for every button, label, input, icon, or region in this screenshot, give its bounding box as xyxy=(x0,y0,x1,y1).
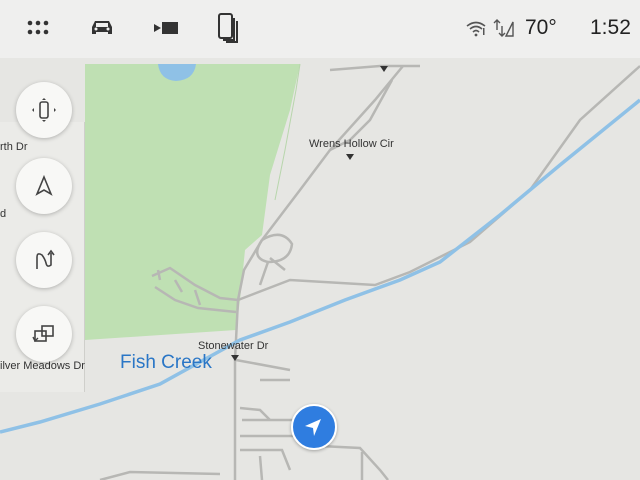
navigation-button[interactable] xyxy=(16,158,72,214)
media-source-icon[interactable] xyxy=(152,14,180,42)
location-arrow-icon xyxy=(305,419,321,436)
label-stonewater: Stonewater Dr xyxy=(198,340,269,352)
phone-icon[interactable] xyxy=(214,13,242,43)
route-icon xyxy=(36,249,55,269)
signal-icon xyxy=(490,14,518,42)
poi-pin xyxy=(346,154,354,160)
temperature-readout: 70° xyxy=(525,16,557,39)
apps-grid-icon[interactable] xyxy=(24,14,52,42)
vehicle-view-icon xyxy=(32,98,56,122)
poi-pin xyxy=(380,66,388,72)
wifi-icon xyxy=(462,14,490,42)
route-options-button[interactable] xyxy=(16,232,72,288)
vehicle-view-button[interactable] xyxy=(16,82,72,138)
rotate-view-icon xyxy=(32,325,54,343)
current-location-marker[interactable] xyxy=(291,404,337,450)
label-wrens-hollow: Wrens Hollow Cir xyxy=(309,138,394,150)
label-north-dr: rth Dr xyxy=(0,141,28,153)
top-bar: 70° 1:52 xyxy=(0,0,640,59)
navigation-arrow-icon xyxy=(35,174,53,196)
rotate-view-button[interactable] xyxy=(16,306,72,362)
clock: 1:52 xyxy=(590,16,631,39)
poi-pin xyxy=(231,355,239,361)
label-fish-creek: Fish Creek xyxy=(120,352,212,373)
vehicle-icon[interactable] xyxy=(88,14,116,42)
label-d: d xyxy=(0,208,7,220)
